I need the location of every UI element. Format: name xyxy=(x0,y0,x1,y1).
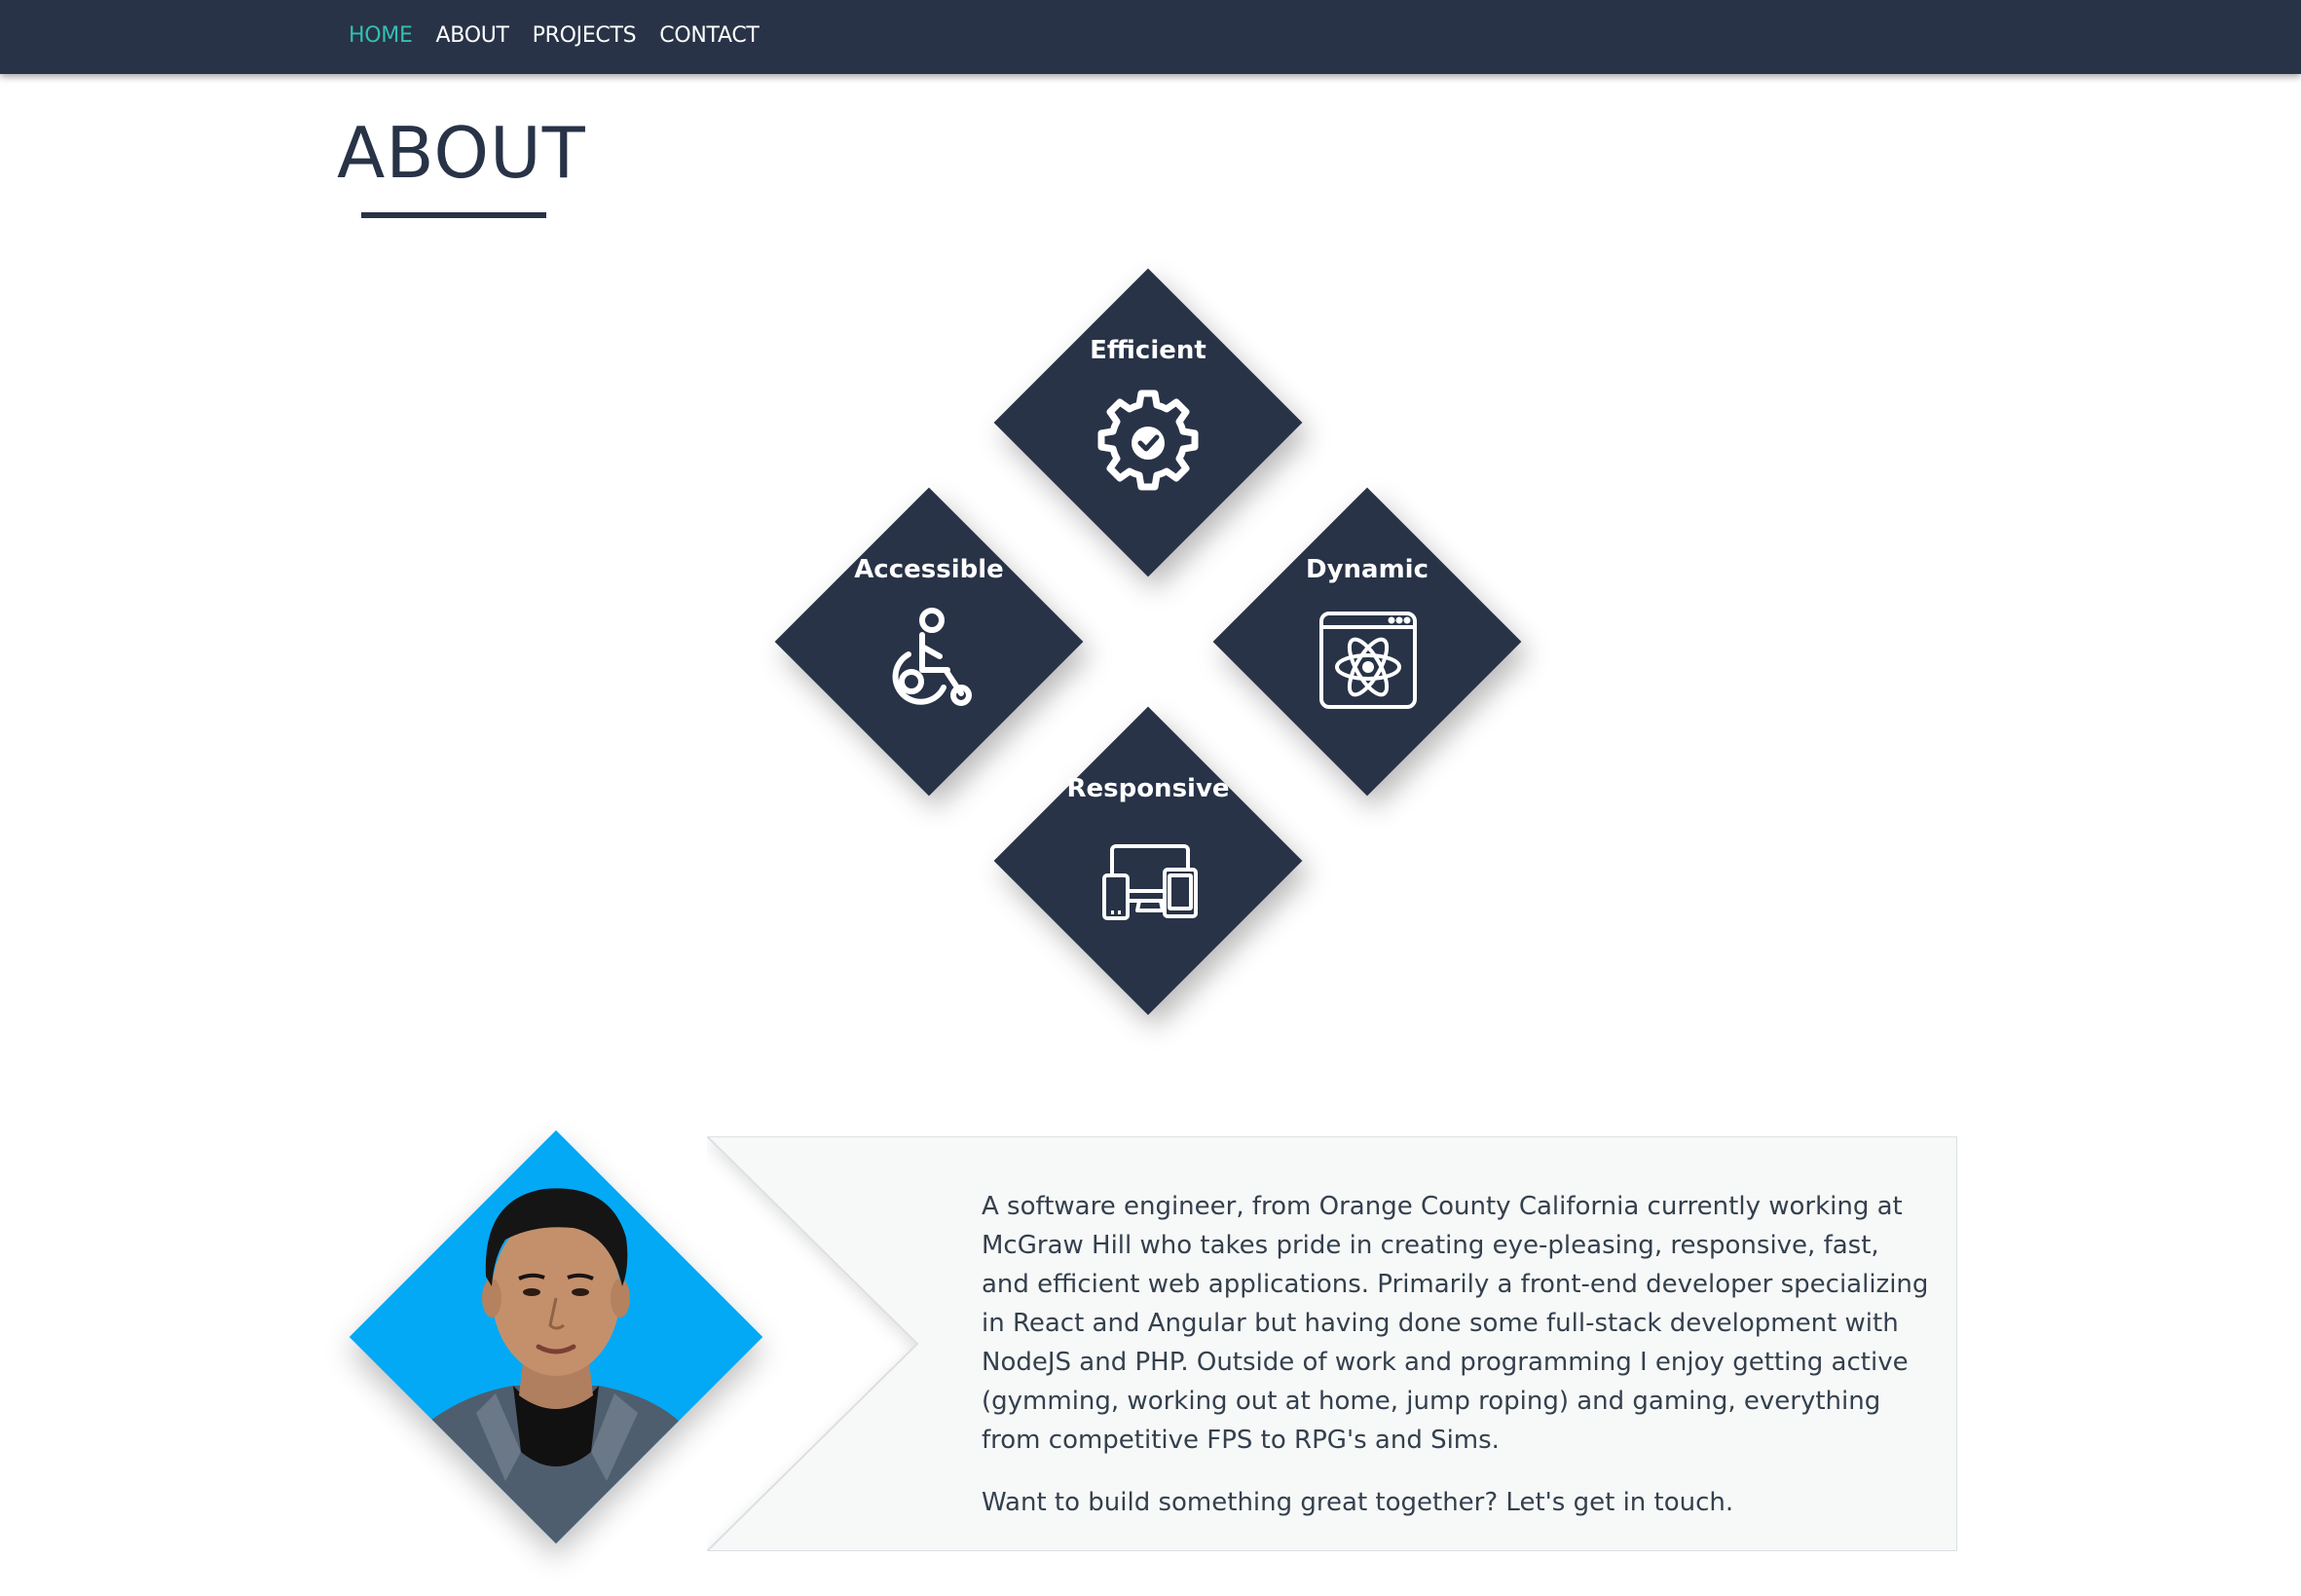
nav-link-about[interactable]: ABOUT xyxy=(436,23,509,48)
feature-title-efficient: Efficient xyxy=(1090,336,1206,365)
page: HOME ABOUT PROJECTS CONTACT ABOUT Effici… xyxy=(0,0,2301,1596)
nav-link-home[interactable]: HOME xyxy=(349,23,413,48)
bio-cta: Want to build something great together? … xyxy=(982,1488,1734,1517)
feature-title-accessible: Accessible xyxy=(854,555,1004,584)
devices-icon xyxy=(1095,825,1202,932)
navbar: HOME ABOUT PROJECTS CONTACT xyxy=(0,0,2301,74)
gear-check-icon xyxy=(1095,387,1202,494)
bio-paragraph: A software engineer, from Orange County … xyxy=(982,1192,1929,1455)
nav-link-contact[interactable]: CONTACT xyxy=(659,23,760,48)
title-underline xyxy=(361,212,546,218)
feature-title-dynamic: Dynamic xyxy=(1305,555,1429,584)
profile-photo xyxy=(350,1131,762,1543)
bio-text: A software engineer, from Orange County … xyxy=(982,1187,1931,1545)
section-title: ABOUT xyxy=(337,112,586,194)
bio-card: A software engineer, from Orange County … xyxy=(707,1136,1957,1551)
nav-link-projects[interactable]: PROJECTS xyxy=(533,23,637,48)
wheelchair-icon xyxy=(875,606,983,713)
feature-title-responsive: Responsive xyxy=(1066,774,1230,803)
nav-links: HOME ABOUT PROJECTS CONTACT xyxy=(349,0,760,70)
portrait-frame xyxy=(349,1130,763,1544)
browser-atom-icon xyxy=(1314,606,1421,713)
portrait xyxy=(349,1130,763,1544)
feature-responsive: Responsive xyxy=(993,706,1303,1016)
